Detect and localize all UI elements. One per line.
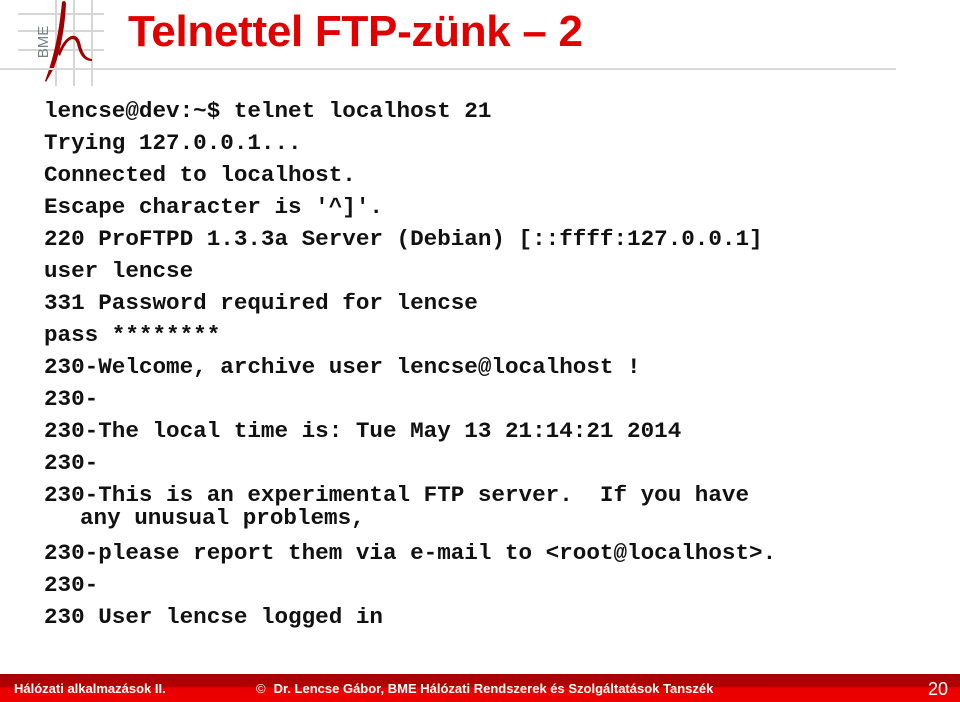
transcript-line: 230- (44, 386, 99, 412)
transcript-line: Escape character is '^]'. (44, 194, 383, 220)
copyright-icon: © (256, 681, 266, 696)
slide-footer: Hálózati alkalmazások II. © Dr. Lencse Gá… (0, 674, 960, 702)
page-number: 20 (927, 679, 948, 699)
transcript-line: 331 Password required for lencse (44, 290, 478, 316)
transcript-line: 230-Welcome, archive user lencse@localho… (44, 354, 641, 380)
copyright-text: Dr. Lencse Gábor, BME Hálózati Rendszere… (273, 681, 714, 696)
title-divider (0, 68, 896, 70)
transcript-line: Trying 127.0.0.1... (44, 130, 302, 156)
transcript-line: 230 User lencse logged in (44, 604, 383, 630)
transcript-line: 230-This is an experimental FTP server. … (44, 482, 750, 508)
transcript-line: pass ******** (44, 322, 221, 348)
slide-title: Telnettel FTP-zünk – 2 (128, 7, 583, 56)
transcript-line: user lencse (44, 258, 194, 284)
transcript-line: 230- (44, 572, 99, 598)
transcript-line: 230- (44, 450, 99, 476)
transcript-line: 230-The local time is: Tue May 13 21:14:… (44, 418, 682, 444)
bme-logo-icon: BME (18, 0, 104, 86)
copyright-notice: © Dr. Lencse Gábor, BME Hálózati Rendszer… (256, 681, 713, 697)
transcript-line-continuation: any unusual problems, (80, 505, 365, 531)
transcript-line: lencse@dev:~$ telnet localhost 21 (44, 98, 492, 124)
transcript-line: 220 ProFTPD 1.3.3a Server (Debian) [::ff… (44, 226, 763, 252)
telnet-transcript: lencse@dev:~$ telnet localhost 21 Trying… (44, 95, 776, 633)
course-name: Hálózati alkalmazások II. (14, 681, 166, 696)
logo-text: BME (35, 26, 52, 59)
transcript-line: Connected to localhost. (44, 162, 356, 188)
transcript-line: 230-please report them via e-mail to <ro… (44, 540, 777, 566)
